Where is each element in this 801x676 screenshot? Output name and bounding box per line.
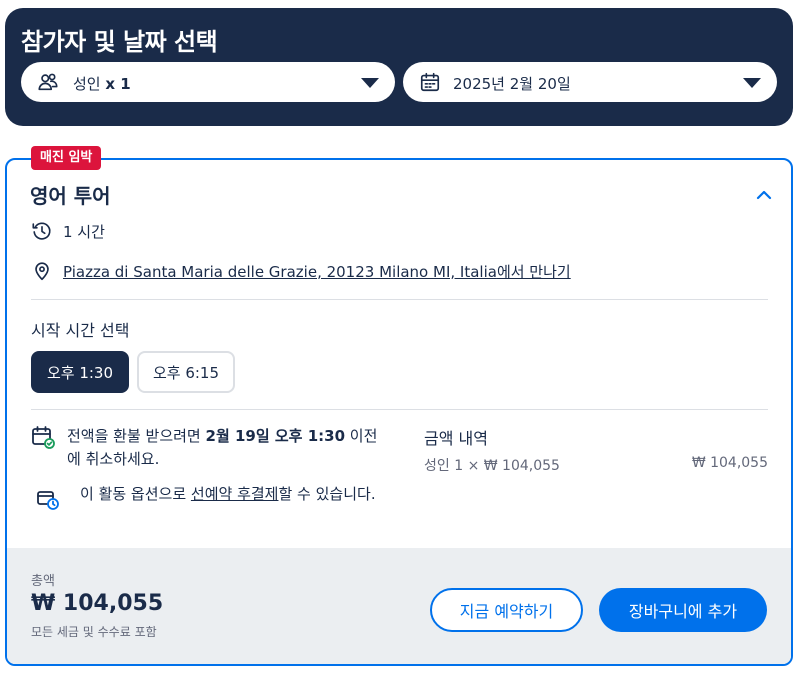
people-icon — [38, 73, 58, 91]
participants-date-header: 참가자 및 날짜 선택 성인 x 1 2025년 2월 20일 — [5, 8, 793, 126]
total-note: 모든 세금 및 수수료 포함 — [31, 625, 157, 639]
free-cancellation-info: 전액을 환불 받으려면 2월 19일 오후 1:30 이전에 취소하세요. — [31, 425, 391, 473]
date-value: 2025년 2월 20일 — [453, 75, 571, 93]
total-label: 총액 — [31, 574, 55, 589]
participants-select[interactable]: 성인 x 1 — [21, 62, 395, 102]
price-line-value: ₩ 104,055 — [691, 455, 768, 471]
likely-to-sell-out-badge: 매진 임박 — [31, 146, 102, 170]
participants-count: x 1 — [105, 75, 131, 93]
participants-label: 성인 — [73, 75, 101, 93]
start-time-1330-button[interactable]: 오후 1:30 — [31, 351, 129, 393]
meeting-point-link[interactable]: Piazza di Santa Maria delle Grazie, 2012… — [63, 261, 571, 282]
reserve-later-post: 할 수 있습니다. — [278, 485, 376, 503]
cancellation-text-pre: 전액을 환불 받으려면 — [67, 427, 206, 445]
calendar-check-icon — [32, 426, 55, 449]
option-title: 영어 투어 — [30, 184, 111, 208]
start-time-1815-button[interactable]: 오후 6:15 — [137, 351, 235, 393]
calendar-icon — [420, 72, 440, 92]
total-price: ₩ 104,055 — [31, 591, 164, 616]
duration-text: 1 시간 — [63, 222, 105, 241]
duration-row: 1 시간 — [31, 220, 105, 242]
start-time-label: 시작 시간 선택 — [31, 321, 130, 340]
meeting-point-row: Piazza di Santa Maria delle Grazie, 2012… — [31, 260, 571, 282]
location-pin-icon — [35, 262, 49, 281]
divider — [31, 409, 768, 410]
price-line-label: 성인 1 × ₩ 104,055 — [424, 458, 560, 474]
chevron-up-icon[interactable] — [752, 183, 776, 207]
duration-clock-icon — [32, 222, 51, 240]
price-breakdown-heading: 금액 내역 — [424, 429, 488, 448]
add-to-cart-button[interactable]: 장바구니에 추가 — [599, 588, 767, 632]
book-now-button[interactable]: 지금 예약하기 — [430, 588, 583, 632]
date-select[interactable]: 2025년 2월 20일 — [403, 62, 777, 102]
reserve-later-pre: 이 활동 옵션으로 — [80, 485, 191, 503]
chevron-down-icon — [743, 78, 761, 88]
reserve-later-icon — [37, 491, 59, 510]
divider — [31, 299, 768, 300]
cancellation-deadline: 2월 19일 오후 1:30 — [205, 427, 346, 445]
chevron-down-icon — [361, 78, 379, 88]
meeting-point-suffix: 에서 만나기 — [496, 262, 571, 281]
header-title: 참가자 및 날짜 선택 — [21, 28, 218, 56]
reserve-now-pay-later-link[interactable]: 선예약 후결제 — [191, 485, 279, 503]
meeting-point-address: Piazza di Santa Maria delle Grazie, 2012… — [63, 262, 497, 281]
